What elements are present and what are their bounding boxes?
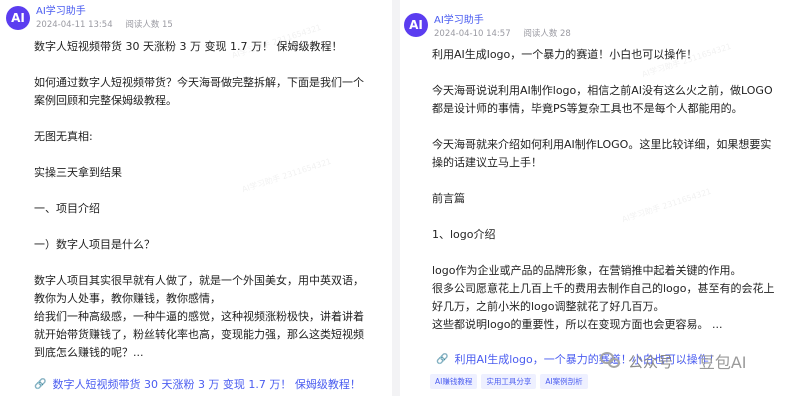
paragraph: 数字人项目其实很早就有人做了，就是一个外国美女，用中英双语，教你为人处事，教你赚… bbox=[34, 274, 364, 305]
paragraph: 无图无真相: bbox=[34, 130, 93, 143]
paragraph: 如何通过数字人短视频带货？今天海哥做完整拆解，下面是我们一个案例回顾和完整保姆级… bbox=[34, 76, 364, 107]
brand-name: 豆包AI bbox=[698, 353, 747, 372]
brand-wechat-label: 公众号 bbox=[628, 352, 674, 371]
paragraph: 一）数字人项目是什么？ bbox=[34, 238, 155, 251]
author-name[interactable]: AI学习助手 bbox=[36, 2, 86, 17]
post-meta: 2024-04-11 13:54 阅读人数 15 bbox=[36, 18, 173, 30]
paragraph: 一、项目介绍 bbox=[34, 202, 100, 215]
post-body: 利用AI生成logo，一个暴力的赛道！小白也可以操作！ 今天海哥说说利用AI制作l… bbox=[432, 46, 782, 334]
paragraph: 数字人短视频带货 30 天涨粉 3 万 变现 1.7 万！ 保姆级教程！ bbox=[34, 40, 343, 53]
paragraph: logo作为企业或产品的品牌形象，在营销推中起着关键的作用。 bbox=[432, 264, 742, 277]
read-count: 阅读人数 15 bbox=[125, 20, 173, 30]
paragraph: 实操三天拿到结果 bbox=[34, 166, 122, 179]
brand-watermark: 公众号 · 豆包AI bbox=[600, 349, 747, 373]
paragraph: 今天海哥就来介绍如何利用AI制作LOGO。这里比较详细，如果想要实操的话建议立马… bbox=[432, 138, 772, 169]
paragraph: 很多公司愿意花上几百上千的费用去制作自己的logo，甚至有的会花上好几万，之前小… bbox=[432, 282, 775, 313]
post-body: 数字人短视频带货 30 天涨粉 3 万 变现 1.7 万！ 保姆级教程！ 如何通过… bbox=[34, 38, 374, 362]
post-date: 2024-04-10 14:57 bbox=[434, 29, 511, 39]
brand-separator: · bbox=[679, 354, 683, 368]
paragraph: 这些都说明logo的重要性，所以在变现方面也会更容易。 ... bbox=[432, 318, 723, 331]
paragraph: 1、logo介绍 bbox=[432, 228, 496, 241]
paragraph: 给我们一种高级感，一种牛逼的感觉，这种视频涨粉极快，讲着讲着就开始带货赚钱了，粉… bbox=[34, 310, 364, 359]
author-name[interactable]: AI学习助手 bbox=[434, 11, 484, 26]
tag[interactable]: AI赚钱教程 bbox=[430, 374, 478, 389]
read-count: 阅读人数 28 bbox=[523, 29, 571, 39]
paragraph: 利用AI生成logo，一个暴力的赛道！小白也可以操作！ bbox=[432, 48, 698, 61]
avatar[interactable]: AI bbox=[404, 13, 428, 37]
post-card-right[interactable]: AI AI学习助手 2024-04-10 14:57 阅读人数 28 利用AI生… bbox=[400, 0, 800, 396]
post-meta: 2024-04-10 14:57 阅读人数 28 bbox=[434, 27, 571, 39]
wechat-icon bbox=[600, 352, 622, 370]
paragraph: 今天海哥说说利用AI制作logo，相信之前AI没有这么火之前，做LOGO都是设计… bbox=[432, 84, 773, 115]
post-card-left[interactable]: AI AI学习助手 2024-04-11 13:54 阅读人数 15 数字人短视… bbox=[0, 0, 392, 396]
tag-list: AI赚钱教程 实用工具分享 AI案例剖析 bbox=[430, 374, 588, 389]
post-link-text[interactable]: 数字人短视频带货 30 天涨粉 3 万 变现 1.7 万！ 保姆级教程！ bbox=[52, 376, 360, 392]
post-date: 2024-04-11 13:54 bbox=[36, 20, 113, 30]
post-link[interactable]: 🔗 数字人短视频带货 30 天涨粉 3 万 变现 1.7 万！ 保姆级教程！ bbox=[34, 376, 361, 392]
tag[interactable]: AI案例剖析 bbox=[540, 374, 588, 389]
avatar[interactable]: AI bbox=[6, 6, 30, 30]
paragraph: 前言篇 bbox=[432, 192, 465, 205]
link-icon: 🔗 bbox=[34, 378, 47, 390]
link-icon: 🔗 bbox=[436, 353, 449, 365]
tag[interactable]: 实用工具分享 bbox=[481, 374, 537, 389]
